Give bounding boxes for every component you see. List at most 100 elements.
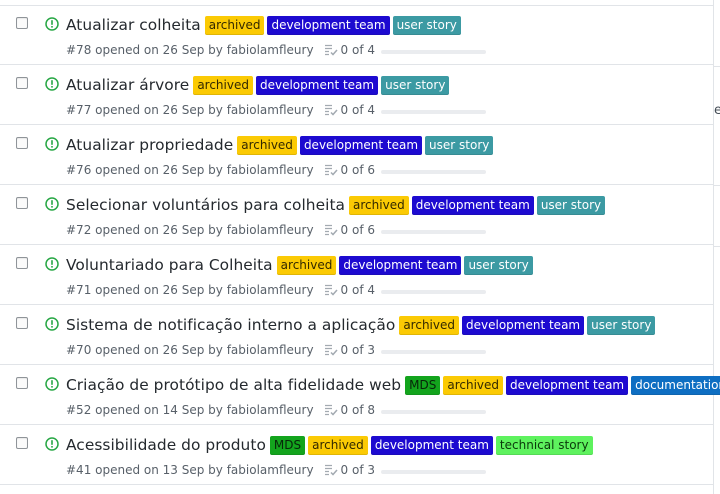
issue-row[interactable]: Atualizar colheita archived development te… <box>0 6 713 65</box>
issue-label[interactable]: archived <box>443 375 504 395</box>
issue-title-link[interactable]: Acessibilidade do produto <box>66 435 266 455</box>
issue-label[interactable]: archived <box>276 255 337 275</box>
adjacent-divider <box>713 66 720 67</box>
issue-label[interactable]: MDS <box>405 375 441 395</box>
issue-opened-icon <box>45 137 59 151</box>
issue-row[interactable]: Atualizar árvore archived development team… <box>0 66 713 125</box>
issue-meta-line: #41 opened on 13 Sep by fabiolamfleury 0 … <box>66 462 487 478</box>
task-progress-text: 0 of 8 <box>340 403 376 417</box>
issue-label[interactable]: technical story <box>495 435 593 455</box>
issue-title-line: Acessibilidade do produto MDS archived deve… <box>66 435 596 455</box>
issue-label[interactable]: documentation <box>631 375 720 395</box>
issue-title-line: Criação de protótipo de alta fidelidade … <box>66 375 720 395</box>
issue-select-checkbox[interactable] <box>16 77 28 89</box>
task-progress-bar <box>381 350 487 354</box>
issue-meta-line: #71 opened on 26 Sep by fabiolamfleury 0 … <box>66 282 487 298</box>
issue-label[interactable]: archived <box>308 435 368 455</box>
issue-title-link[interactable]: Sistema de notificação interno a aplicaç… <box>66 315 395 335</box>
issue-title-line: Selecionar voluntários para colheita arch… <box>66 195 608 215</box>
task-progress-text: 0 of 3 <box>340 463 376 477</box>
issue-label[interactable]: archived <box>193 75 253 95</box>
issue-title-link[interactable]: Voluntariado para Colheita <box>66 255 273 275</box>
checklist-icon <box>324 284 338 296</box>
issue-label[interactable]: development team <box>339 255 462 275</box>
issue-title-link[interactable]: Selecionar voluntários para colheita <box>66 195 345 215</box>
issue-label[interactable]: user story <box>381 75 450 95</box>
issue-label[interactable]: archived <box>349 195 409 215</box>
checklist-icon <box>324 404 338 416</box>
issue-opened-icon <box>45 197 59 211</box>
adjacent-divider <box>713 185 720 186</box>
task-progress-bar <box>381 470 487 474</box>
issue-meta-line: #76 opened on 26 Sep by fabiolamfleury 0 … <box>66 162 487 178</box>
issue-label[interactable]: development team <box>370 435 493 455</box>
issue-label[interactable]: user story <box>425 135 494 155</box>
issue-label[interactable]: user story <box>464 255 533 275</box>
issue-opened-icon <box>45 77 59 91</box>
task-progress-bar <box>381 170 487 174</box>
issue-opened-info: #70 opened on 26 Sep by fabiolamfleury <box>66 343 314 357</box>
task-progress-text: 0 of 4 <box>340 103 376 117</box>
issue-opened-icon <box>45 17 59 31</box>
issue-select-checkbox[interactable] <box>16 257 28 269</box>
issue-label[interactable]: user story <box>536 195 606 215</box>
issue-opened-info: #76 opened on 26 Sep by fabiolamfleury <box>66 163 314 177</box>
issue-title-link[interactable]: Atualizar colheita <box>66 15 201 35</box>
issue-title-link[interactable]: Criação de protótipo de alta fidelidade … <box>66 375 401 395</box>
issue-select-checkbox[interactable] <box>16 317 28 329</box>
task-progress-text: 0 of 6 <box>340 163 376 177</box>
checklist-icon <box>324 164 338 176</box>
issue-row[interactable]: Atualizar propriedade archived development… <box>0 126 713 185</box>
task-progress-text: 0 of 4 <box>340 43 376 57</box>
issue-opened-info: #72 opened on 26 Sep by fabiolamfleury <box>66 223 314 237</box>
issue-row[interactable]: Acessibilidade do produto MDS archived deve… <box>0 426 713 485</box>
issue-label[interactable]: development team <box>255 75 379 95</box>
task-progress-bar <box>381 110 487 114</box>
issue-label[interactable]: user story <box>392 15 461 35</box>
issue-select-checkbox[interactable] <box>16 197 28 209</box>
issue-label[interactable]: MDS <box>269 435 306 455</box>
checklist-icon <box>324 224 338 236</box>
issue-row[interactable]: Voluntariado para Colheita archived develo… <box>0 246 713 305</box>
issue-select-checkbox[interactable] <box>16 137 28 149</box>
task-progress-text: 0 of 4 <box>340 283 376 297</box>
issue-opened-info: #71 opened on 26 Sep by fabiolamfleury <box>66 283 314 297</box>
issue-title-line: Sistema de notificação interno a aplicaç… <box>66 315 658 335</box>
issue-label[interactable]: user story <box>587 315 656 335</box>
issue-opened-info: #77 opened on 26 Sep by fabiolamfleury <box>66 103 314 117</box>
issue-label[interactable]: archived <box>237 135 297 155</box>
issue-title-line: Atualizar árvore archived development team… <box>66 75 452 95</box>
issue-meta-line: #52 opened on 14 Sep by fabiolamfleury 0 … <box>66 402 487 418</box>
issue-label[interactable]: development team <box>506 375 629 395</box>
issue-label[interactable]: development team <box>411 195 534 215</box>
issue-row[interactable]: Selecionar voluntários para colheita arch… <box>0 186 713 245</box>
issue-title-link[interactable]: Atualizar árvore <box>66 75 189 95</box>
issue-opened-icon <box>45 377 59 391</box>
issue-title-link[interactable]: Atualizar propriedade <box>66 135 233 155</box>
issue-meta-line: #70 opened on 26 Sep by fabiolamfleury 0 … <box>66 342 487 358</box>
issue-meta-line: #77 opened on 26 Sep by fabiolamfleury 0 … <box>66 102 487 118</box>
adjacent-divider <box>713 246 720 247</box>
issue-select-checkbox[interactable] <box>16 377 28 389</box>
issue-label[interactable]: development team <box>299 135 423 155</box>
issue-label[interactable]: development team <box>462 315 585 335</box>
checklist-icon <box>324 104 338 116</box>
issue-title-line: Atualizar propriedade archived development… <box>66 135 496 155</box>
issue-label[interactable]: archived <box>204 15 265 35</box>
task-progress-bar <box>381 50 487 54</box>
issue-label[interactable]: archived <box>399 315 459 335</box>
task-progress-text: 0 of 3 <box>340 343 376 357</box>
issue-title-line: Atualizar colheita archived development te… <box>66 15 464 35</box>
issue-select-checkbox[interactable] <box>16 437 28 449</box>
issue-label[interactable]: development team <box>267 15 390 35</box>
issue-row[interactable]: Criação de protótipo de alta fidelidade … <box>0 366 720 425</box>
checklist-icon <box>324 464 338 476</box>
task-progress-bar <box>381 410 487 414</box>
issue-select-checkbox[interactable] <box>16 17 28 29</box>
issue-meta-line: #78 opened on 26 Sep by fabiolamfleury 0 … <box>66 42 487 58</box>
issue-opened-info: #78 opened on 26 Sep by fabiolamfleury <box>66 43 314 57</box>
right-edge-glyph: e <box>714 103 720 118</box>
issue-opened-info: #52 opened on 14 Sep by fabiolamfleury <box>66 403 314 417</box>
issue-title-line: Voluntariado para Colheita archived develo… <box>66 255 536 275</box>
issue-row[interactable]: Sistema de notificação interno a aplicaç… <box>0 306 713 365</box>
